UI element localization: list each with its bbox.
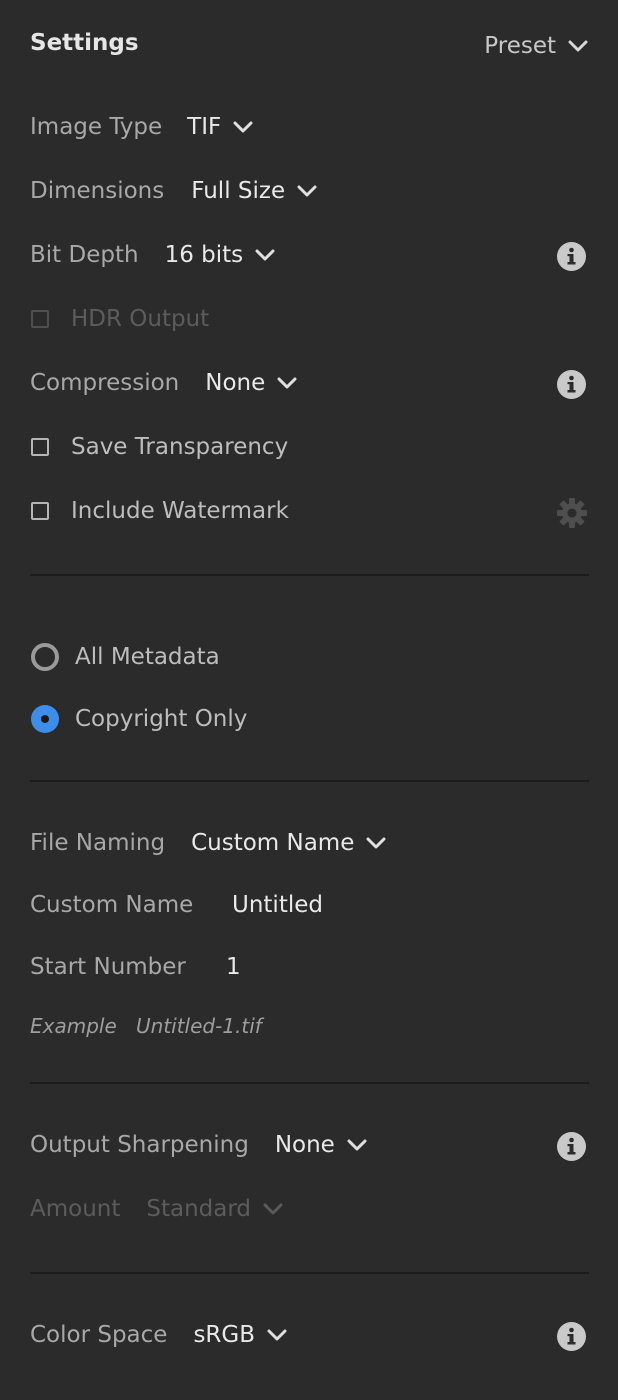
hdr-output-row: HDR Output <box>31 306 209 332</box>
chevron-down-icon <box>255 249 275 261</box>
output-sharpening-value: None <box>274 1132 335 1158</box>
bit-depth-label: Bit Depth <box>30 242 139 268</box>
file-naming-label: File Naming <box>30 830 166 856</box>
file-naming-value: Custom Name <box>191 830 355 856</box>
include-watermark-label: Include Watermark <box>71 498 289 524</box>
image-type-value: TIF <box>187 114 222 140</box>
watermark-gear-icon[interactable] <box>555 496 589 530</box>
amount-value: Standard <box>146 1196 252 1222</box>
metadata-option-all[interactable]: All Metadata <box>31 643 220 671</box>
file-naming-dropdown[interactable]: Custom Name <box>191 830 386 856</box>
include-watermark-checkbox[interactable] <box>31 502 49 520</box>
save-transparency-row[interactable]: Save Transparency <box>31 434 288 460</box>
compression-value: None <box>205 370 266 396</box>
custom-name-input[interactable]: Untitled <box>232 892 323 918</box>
compression-dropdown[interactable]: None <box>205 370 297 396</box>
color-space-label: Color Space <box>30 1322 168 1348</box>
chevron-down-icon <box>267 1329 287 1341</box>
custom-name-label: Custom Name <box>30 892 194 918</box>
color-space-dropdown[interactable]: sRGB <box>193 1322 287 1348</box>
dimensions-row: Dimensions Full Size <box>30 178 317 204</box>
color-space-info-icon[interactable] <box>557 1322 586 1351</box>
metadata-option-label: Copyright Only <box>75 706 248 732</box>
amount-label: Amount <box>30 1196 121 1222</box>
divider <box>30 1272 589 1274</box>
image-type-dropdown[interactable]: TIF <box>187 114 253 140</box>
file-naming-row: File Naming Custom Name <box>30 830 386 856</box>
dimensions-dropdown[interactable]: Full Size <box>191 178 317 204</box>
save-transparency-checkbox[interactable] <box>31 438 49 456</box>
color-space-value: sRGB <box>193 1322 256 1348</box>
metadata-option-copyright[interactable]: Copyright Only <box>31 705 247 733</box>
chevron-down-icon <box>263 1203 283 1215</box>
example-value: Untitled-1.tif <box>136 1014 262 1038</box>
bit-depth-value: 16 bits <box>164 242 244 268</box>
save-transparency-label: Save Transparency <box>71 434 289 460</box>
bit-depth-row: Bit Depth 16 bits <box>30 242 275 268</box>
image-type-row: Image Type TIF <box>30 114 253 140</box>
start-number-input[interactable]: 1 <box>226 954 241 980</box>
radio-button-selected[interactable] <box>31 705 59 733</box>
amount-row: Amount Standard <box>30 1196 283 1222</box>
example-label: Example <box>30 1014 117 1038</box>
chevron-down-icon <box>366 837 386 849</box>
start-number-label: Start Number <box>30 954 186 980</box>
compression-info-icon[interactable] <box>557 370 586 399</box>
preset-dropdown[interactable]: Preset <box>484 33 588 59</box>
compression-label: Compression <box>30 370 180 396</box>
panel-title: Settings <box>30 30 139 56</box>
chevron-down-icon <box>233 121 253 133</box>
divider <box>30 1082 589 1084</box>
chevron-down-icon <box>277 377 297 389</box>
hdr-output-label: HDR Output <box>71 306 210 332</box>
radio-button[interactable] <box>31 643 59 671</box>
bit-depth-info-icon[interactable] <box>557 242 586 271</box>
sharpening-info-icon[interactable] <box>557 1132 586 1161</box>
chevron-down-icon <box>347 1139 367 1151</box>
preset-label: Preset <box>484 33 556 59</box>
include-watermark-row[interactable]: Include Watermark <box>31 498 289 524</box>
hdr-output-checkbox <box>31 310 49 328</box>
amount-dropdown: Standard <box>146 1196 283 1222</box>
dimensions-label: Dimensions <box>30 178 165 204</box>
output-sharpening-dropdown[interactable]: None <box>275 1132 367 1158</box>
divider <box>30 574 589 576</box>
color-space-row: Color Space sRGB <box>30 1322 287 1348</box>
bit-depth-dropdown[interactable]: 16 bits <box>165 242 276 268</box>
chevron-down-icon <box>297 185 317 197</box>
output-sharpening-row: Output Sharpening None <box>30 1132 367 1158</box>
image-type-label: Image Type <box>30 114 163 140</box>
compression-row: Compression None <box>30 370 297 396</box>
chevron-down-icon <box>568 40 588 52</box>
dimensions-value: Full Size <box>191 178 286 204</box>
metadata-option-label: All Metadata <box>75 644 220 670</box>
divider <box>30 780 589 782</box>
output-sharpening-label: Output Sharpening <box>30 1132 249 1158</box>
